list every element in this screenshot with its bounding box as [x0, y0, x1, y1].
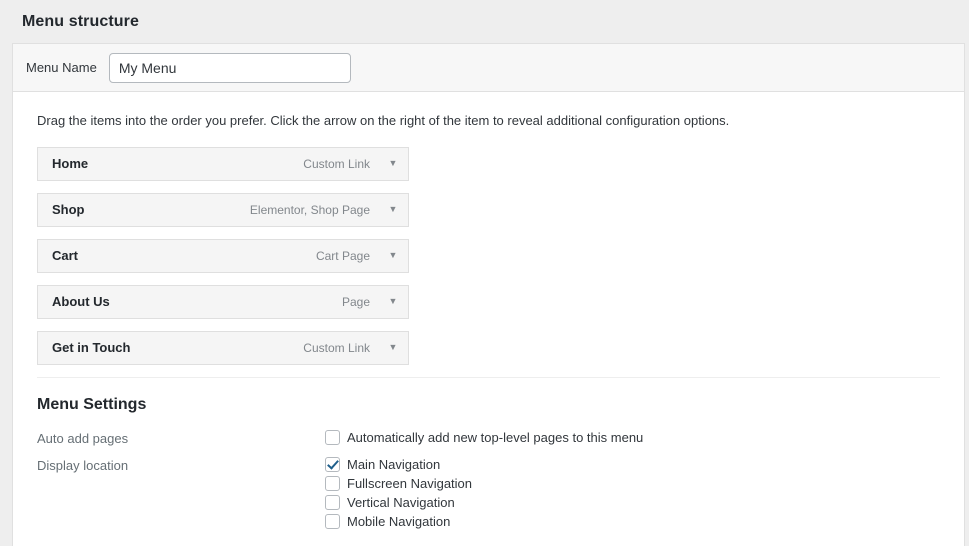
- menu-item-title: Get in Touch: [52, 340, 131, 355]
- menu-editor-body: Drag the items into the order you prefer…: [13, 92, 964, 529]
- display-location-label: Display location: [37, 457, 129, 473]
- menu-item-title: Home: [52, 156, 89, 171]
- chevron-down-icon[interactable]: ▼: [384, 251, 408, 260]
- auto-add-pages-option-label[interactable]: Automatically add new top-level pages to…: [347, 430, 643, 445]
- fullscreen-navigation-checkbox[interactable]: [325, 475, 340, 491]
- page-title: Menu structure: [22, 12, 139, 30]
- auto-add-pages-option[interactable]: Automatically add new top-level pages to…: [325, 429, 940, 445]
- menu-settings-title: Menu Settings: [37, 395, 147, 413]
- auto-add-pages-label: Auto add pages: [37, 430, 129, 446]
- menu-items-list: Home Custom Link ▼ Shop Elementor, Shop …: [25, 146, 952, 365]
- drag-instructions: Drag the items into the order you prefer…: [37, 113, 730, 128]
- vertical-navigation-label[interactable]: Vertical Navigation: [347, 495, 455, 510]
- auto-add-pages-controls: Automatically add new top-level pages to…: [325, 429, 940, 445]
- menu-name-header: Menu Name: [13, 44, 964, 92]
- menu-item-title: Cart: [52, 248, 79, 263]
- menu-item-row[interactable]: Shop Elementor, Shop Page ▼: [37, 192, 409, 227]
- auto-add-pages-checkbox[interactable]: [325, 429, 340, 445]
- menu-settings-section: Menu Settings Auto add pages Automatical…: [25, 378, 952, 529]
- auto-add-pages-row: Auto add pages Automatically add new top…: [37, 429, 940, 446]
- menu-name-label: Menu Name: [26, 60, 97, 75]
- menu-item-row[interactable]: Home Custom Link ▼: [37, 146, 409, 181]
- menu-item-type: Page: [341, 294, 370, 309]
- vertical-navigation-checkbox[interactable]: [325, 494, 340, 510]
- main-navigation-label[interactable]: Main Navigation: [347, 457, 440, 472]
- mobile-navigation-checkbox[interactable]: [325, 513, 340, 529]
- page-header: Menu structure: [0, 0, 969, 43]
- menu-name-input[interactable]: [108, 52, 351, 83]
- mobile-navigation-label[interactable]: Mobile Navigation: [347, 514, 450, 529]
- menu-item-type: Custom Link: [303, 156, 370, 171]
- main-navigation-checkbox[interactable]: [325, 456, 340, 472]
- display-location-controls: Main Navigation Fullscreen Navigation Ve…: [325, 456, 940, 529]
- menu-item-type: Cart Page: [315, 248, 370, 263]
- menu-editor-panel: Menu Name Drag the items into the order …: [12, 43, 965, 546]
- menu-item-row[interactable]: Get in Touch Custom Link ▼: [37, 330, 409, 365]
- chevron-down-icon[interactable]: ▼: [384, 343, 408, 352]
- display-location-option-vertical-navigation[interactable]: Vertical Navigation: [325, 494, 940, 510]
- menu-item-row[interactable]: Cart Cart Page ▼: [37, 238, 409, 273]
- menu-item-type: Custom Link: [303, 340, 370, 355]
- menu-item-row[interactable]: About Us Page ▼: [37, 284, 409, 319]
- fullscreen-navigation-label[interactable]: Fullscreen Navigation: [347, 476, 472, 491]
- chevron-down-icon[interactable]: ▼: [384, 297, 408, 306]
- menu-item-title: About Us: [52, 294, 110, 309]
- chevron-down-icon[interactable]: ▼: [384, 159, 408, 168]
- chevron-down-icon[interactable]: ▼: [384, 205, 408, 214]
- menu-item-title: Shop: [52, 202, 85, 217]
- display-location-option-fullscreen-navigation[interactable]: Fullscreen Navigation: [325, 475, 940, 491]
- display-location-option-mobile-navigation[interactable]: Mobile Navigation: [325, 513, 940, 529]
- display-location-option-main-navigation[interactable]: Main Navigation: [325, 456, 940, 472]
- menu-item-type: Elementor, Shop Page: [249, 202, 370, 217]
- display-location-row: Display location Main Navigation Fullscr…: [37, 456, 940, 529]
